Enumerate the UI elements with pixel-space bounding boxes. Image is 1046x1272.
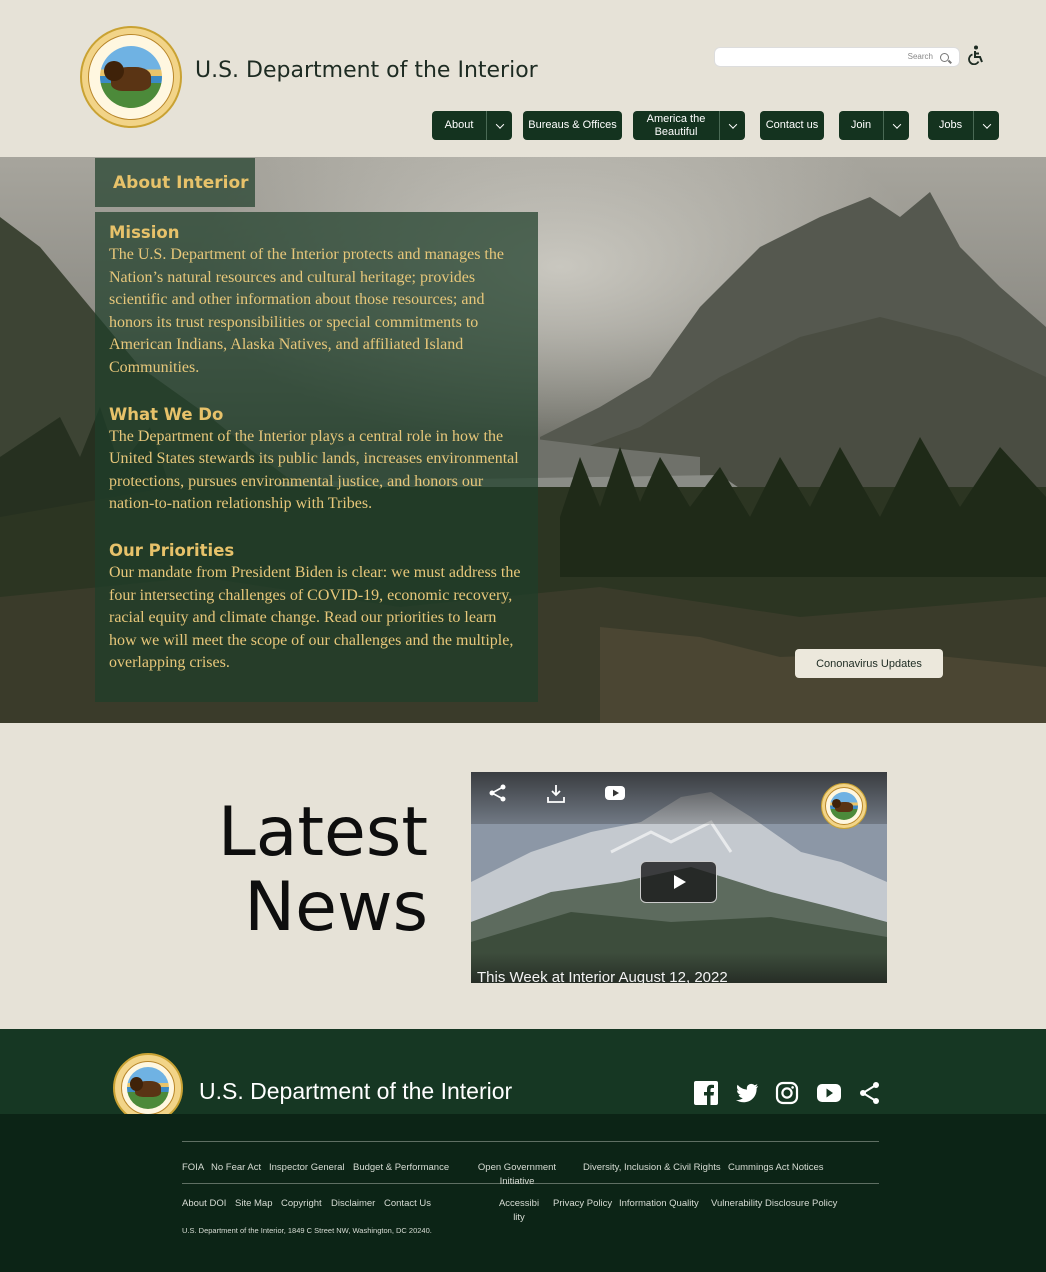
nav-bureaus-offices[interactable]: Bureaus & Offices [523,111,622,140]
search-input[interactable]: Search [714,47,960,67]
footer-divider [182,1141,879,1142]
site-title[interactable]: U.S. Department of the Interior [195,58,538,83]
nav-bureaus-label: Bureaus & Offices [528,119,617,131]
footer-brand-bar: U.S. Department of the Interior [0,1029,1046,1123]
chevron-down-icon [892,119,901,129]
footer-link-contact-us[interactable]: Contact Us [384,1197,431,1211]
instagram-icon[interactable] [775,1081,799,1105]
doi-seal-logo[interactable] [80,26,182,128]
video-player[interactable]: This Week at Interior August 12, 2022 [471,772,887,983]
footer-link-open-government[interactable]: Open Government Initiative [477,1161,557,1189]
footer-link-copyright[interactable]: Copyright [281,1197,322,1211]
nav-america-label: America the Beautiful [646,112,706,138]
about-interior-panel: Mission The U.S. Department of the Inter… [95,212,538,702]
play-icon [674,875,686,889]
mission-heading: Mission [109,223,180,242]
footer-link-inspector-general[interactable]: Inspector General [269,1161,345,1175]
what-we-do-heading: What We Do [109,404,224,424]
our-priorities-text: Our mandate from President Biden is clea… [109,563,521,672]
search-placeholder: Search [907,52,933,61]
footer-link-accessibility[interactable]: Accessibility [498,1197,540,1225]
chevron-down-icon [728,119,737,129]
jobs-dropdown-toggle[interactable] [973,111,999,140]
footer-link-foia[interactable]: FOIA [182,1161,204,1175]
nav-jobs-label: Jobs [938,119,963,131]
about-dropdown-toggle[interactable] [486,111,512,140]
latest-news-heading: Latest News [200,795,428,945]
chevron-down-icon [982,119,991,129]
play-button[interactable] [640,861,717,903]
about-interior-tab[interactable]: About Interior [95,158,255,207]
footer-link-about-doi[interactable]: About DOI [182,1197,226,1211]
footer-title[interactable]: U.S. Department of the Interior [199,1078,512,1105]
latest-news-line1: Latest [217,793,428,872]
doi-seal-footer-logo[interactable] [113,1053,183,1123]
footer-link-diversity[interactable]: Diversity, Inclusion & Civil Rights [583,1161,721,1175]
youtube-icon[interactable] [604,784,626,802]
footer-address: U.S. Department of the Interior, 1849 C … [182,1226,432,1235]
america-dropdown-toggle[interactable] [719,111,745,140]
mission-text: The U.S. Department of the Interior prot… [109,246,504,376]
join-dropdown-toggle[interactable] [883,111,909,140]
facebook-icon[interactable] [694,1081,718,1105]
accessibility-icon[interactable] [966,45,984,65]
nav-about[interactable]: About [432,111,512,140]
footer-link-privacy-policy[interactable]: Privacy Policy [553,1197,612,1211]
footer-link-no-fear-act[interactable]: No Fear Act [211,1161,261,1175]
nav-america-the-beautiful[interactable]: America the Beautiful [633,111,745,140]
nav-join-label: Join [850,119,872,131]
footer-link-vulnerability-disclosure[interactable]: Vulnerability Disclosure Policy [711,1197,837,1211]
footer-link-budget-performance[interactable]: Budget & Performance [353,1161,449,1175]
share-icon[interactable] [858,1081,882,1105]
what-we-do-text: The Department of the Interior plays a c… [109,427,519,513]
nav-join[interactable]: Join [839,111,909,140]
nav-jobs[interactable]: Jobs [928,111,999,140]
share-icon[interactable] [489,784,507,802]
latest-news-line2: News [244,868,428,947]
search-icon[interactable] [940,53,949,62]
site-header: U.S. Department of the Interior Search A… [0,0,1046,157]
footer-link-disclaimer[interactable]: Disclaimer [331,1197,375,1211]
our-priorities-heading: Our Priorities [109,540,235,560]
nav-contact-label: Contact us [765,119,819,131]
footer-link-information-quality[interactable]: Information Quality [619,1197,699,1211]
chevron-down-icon [495,119,504,129]
video-title[interactable]: This Week at Interior August 12, 2022 [477,969,728,983]
footer-links-area [0,1114,1046,1272]
youtube-icon[interactable] [816,1081,842,1105]
nav-contact-us[interactable]: Contact us [760,111,824,140]
nav-about-label: About [444,119,474,131]
coronavirus-updates-button[interactable]: Cononavirus Updates [795,649,943,678]
footer-link-cummings-act[interactable]: Cummings Act Notices [728,1161,824,1175]
footer-link-site-map[interactable]: Site Map [235,1197,273,1211]
download-icon[interactable] [546,784,566,804]
twitter-icon[interactable] [735,1081,759,1105]
doi-seal-video-icon [821,783,867,829]
